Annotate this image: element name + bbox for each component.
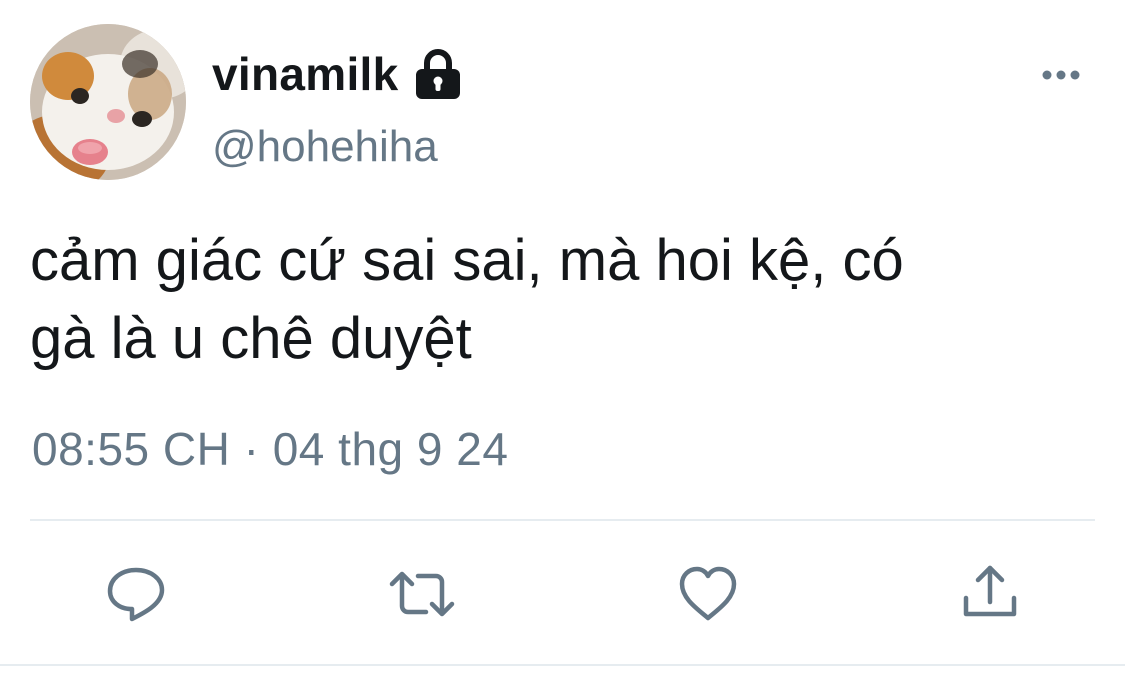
tweet-timestamp[interactable]: 08:55 CH · 04 thg 9 24 xyxy=(32,422,508,476)
share-icon[interactable] xyxy=(958,562,1022,626)
divider xyxy=(0,664,1125,666)
display-name[interactable]: vinamilk xyxy=(212,47,399,101)
reply-icon[interactable] xyxy=(104,562,168,626)
like-icon[interactable] xyxy=(676,562,740,626)
handle[interactable]: @hohehiha xyxy=(212,122,438,172)
retweet-icon[interactable] xyxy=(386,562,455,626)
lock-icon xyxy=(413,48,463,100)
tweet-text-line: gà là u chê duyệt xyxy=(30,306,472,371)
avatar[interactable] xyxy=(30,24,186,180)
tweet-text-line: cảm giác cứ sai sai, mà hoi kệ, có xyxy=(30,228,904,293)
tweet-text: cảm giác cứ sai sai, mà hoi kệ, có gà là… xyxy=(30,222,1100,378)
more-icon[interactable] xyxy=(1036,60,1086,90)
author-name-row: vinamilk xyxy=(212,42,463,106)
cat-avatar-image xyxy=(30,24,186,180)
divider xyxy=(30,519,1095,521)
